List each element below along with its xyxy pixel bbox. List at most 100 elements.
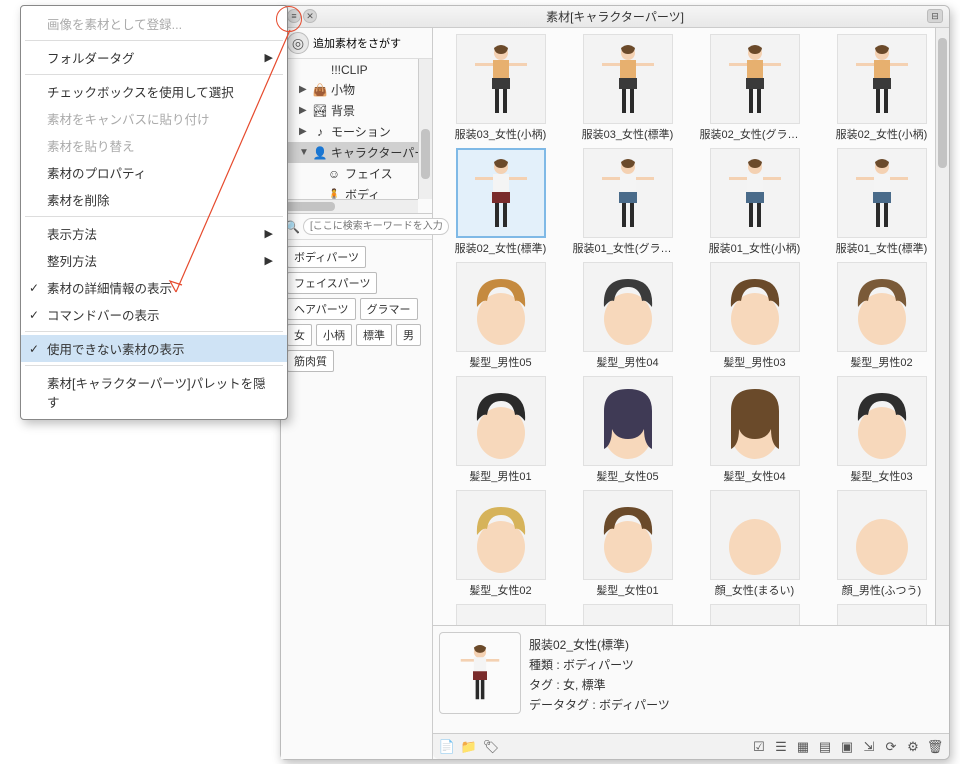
menu-item[interactable]: 表示方法▶ [21, 220, 287, 247]
menu-item[interactable]: ✓素材の詳細情報の表示 [21, 274, 287, 301]
check-icon: ✓ [29, 342, 39, 356]
add-material-label[interactable]: 追加素材をさがす [313, 35, 401, 51]
main-panel: 服装03_女性(小柄)服装03_女性(標準)服装02_女性(グラマー)服装02_… [433, 28, 949, 759]
checkbox-view-icon[interactable]: ☑ [751, 739, 767, 755]
thumb-caption: 髪型_男性05 [469, 354, 531, 370]
tag-chip[interactable]: ヘアパーツ [287, 298, 356, 320]
material-thumb[interactable]: 服装02_女性(標準) [439, 148, 562, 256]
menu-icon[interactable]: ≡ [287, 9, 301, 23]
properties-icon[interactable]: ⚙ [905, 739, 921, 755]
thumb-caption: 服装01_女性(標準) [836, 240, 928, 256]
menu-item[interactable]: 整列方法▶ [21, 247, 287, 274]
tag-chip[interactable]: 小柄 [316, 324, 352, 346]
paste-material-icon[interactable]: ⇲ [861, 739, 877, 755]
thumb-caption: 服装02_女性(標準) [455, 240, 547, 256]
material-thumb[interactable]: 髪型_女性02 [439, 490, 562, 598]
material-thumb[interactable] [439, 604, 562, 625]
tag-chip[interactable]: 男 [396, 324, 421, 346]
menu-item[interactable]: ✓使用できない素材の表示 [21, 335, 287, 362]
material-thumb[interactable]: 髪型_女性05 [566, 376, 689, 484]
menu-item[interactable]: チェックボックスを使用して選択 [21, 78, 287, 105]
menu-item[interactable]: 素材[キャラクターパーツ]パレットを隠す [21, 369, 287, 415]
menu-item[interactable]: ✓ コマンドバーの表示 [21, 301, 287, 328]
tag-chip[interactable]: 女 [287, 324, 312, 346]
material-thumb[interactable]: 服装02_女性(グラマー) [693, 34, 816, 142]
material-thumb[interactable]: 服装03_女性(標準) [566, 34, 689, 142]
thumb-caption: 髪型_男性01 [469, 468, 531, 484]
search-row: 🔍 [281, 214, 432, 240]
material-thumb[interactable]: 髪型_男性02 [820, 262, 943, 370]
replace-material-icon[interactable]: ⟳ [883, 739, 899, 755]
tree-hscrollbar[interactable] [281, 199, 418, 213]
material-grid-wrap: 服装03_女性(小柄)服装03_女性(標準)服装02_女性(グラマー)服装02_… [433, 28, 949, 625]
menu-item-label: コマンドバーの表示 [47, 305, 160, 324]
menu-item[interactable]: 素材を削除 [21, 186, 287, 213]
tree-item[interactable]: ▶♪モーション [281, 121, 432, 142]
tag-chip[interactable]: グラマー [360, 298, 418, 320]
menu-item-label: 素材[キャラクターパーツ]パレットを隠す [47, 373, 273, 411]
material-thumb[interactable]: 髪型_女性03 [820, 376, 943, 484]
material-thumb[interactable]: 髪型_男性03 [693, 262, 816, 370]
trash-icon[interactable]: 🗑 [927, 739, 943, 755]
new-folder-icon[interactable]: 📄 [439, 739, 455, 755]
thumb-caption: 髪型_男性03 [723, 354, 785, 370]
tree-item[interactable]: ☺フェイス [281, 163, 432, 184]
menu-divider [25, 365, 283, 366]
menu-item[interactable]: フォルダータグ▶ [21, 44, 287, 71]
tag-panel: ボディパーツフェイスパーツヘアパーツグラマー女小柄標準男筋肉質 [281, 240, 432, 378]
close-icon[interactable]: ✕ [303, 9, 317, 23]
tag-chip[interactable]: ボディパーツ [287, 246, 366, 268]
tag-chip[interactable]: 筋肉質 [287, 350, 334, 372]
tag-chip[interactable]: 標準 [356, 324, 392, 346]
grid-small-icon[interactable]: ▤ [817, 739, 833, 755]
folder-icon[interactable]: 📁 [461, 739, 477, 755]
material-thumb[interactable]: 髪型_男性04 [566, 262, 689, 370]
menu-divider [25, 40, 283, 41]
material-thumb[interactable]: 顔_女性(まるい) [693, 490, 816, 598]
tree-item[interactable]: ▶👜小物 [281, 79, 432, 100]
tag-icon[interactable]: 🏷 [483, 739, 499, 755]
swirl-icon[interactable]: ◎ [287, 32, 309, 54]
menu-item-label: 素材のプロパティ [47, 163, 146, 182]
bg-icon: 🏞 [313, 104, 327, 118]
material-thumb[interactable]: 服装01_女性(小柄) [693, 148, 816, 256]
material-thumb[interactable]: 顔_男性(ふつう) [820, 490, 943, 598]
thumb-caption: 服装01_女性(グラマー) [573, 240, 683, 256]
material-thumb[interactable]: 髪型_女性01 [566, 490, 689, 598]
tree-item-label: フェイス [345, 165, 393, 182]
list-view-icon[interactable]: ☰ [773, 739, 789, 755]
menu-item-label: 素材をキャンバスに貼り付け [47, 109, 210, 128]
material-thumb[interactable] [566, 604, 689, 625]
grid-medium-icon[interactable]: ▦ [795, 739, 811, 755]
tree-vscrollbar[interactable] [418, 59, 432, 199]
menu-item-label: 素材を削除 [47, 190, 110, 209]
tree-item[interactable]: ▼👤キャラクターパーツ [281, 142, 432, 163]
material-thumb[interactable]: 服装01_女性(標準) [820, 148, 943, 256]
thumb-caption: 顔_女性(まるい) [715, 582, 794, 598]
menu-item[interactable]: 素材のプロパティ [21, 159, 287, 186]
material-thumb[interactable]: 髪型_男性05 [439, 262, 562, 370]
menu-item: 画像を素材として登録... [21, 10, 287, 37]
material-thumb[interactable]: 服装02_女性(小柄) [820, 34, 943, 142]
material-thumb[interactable]: 服装03_女性(小柄) [439, 34, 562, 142]
bottom-toolbar: 📄 📁 🏷 ☑ ☰ ▦ ▤ ▣ ⇲ ⟳ ⚙ 🗑 [433, 733, 949, 759]
check-icon: ✓ [29, 308, 39, 322]
sidebar-top-toolbar: ◎ 追加素材をさがす [281, 28, 432, 59]
material-thumb[interactable]: 服装01_女性(グラマー) [566, 148, 689, 256]
material-thumb[interactable] [820, 604, 943, 625]
material-thumb[interactable]: 髪型_女性04 [693, 376, 816, 484]
tag-chip[interactable]: フェイスパーツ [287, 272, 377, 294]
single-view-icon[interactable]: ▣ [839, 739, 855, 755]
search-input[interactable] [303, 218, 449, 235]
tree-item-label: 背景 [331, 102, 355, 119]
menu-divider [25, 74, 283, 75]
tree-item[interactable]: ▶🏞背景 [281, 100, 432, 121]
grid-vscrollbar[interactable] [935, 28, 949, 625]
tree-item[interactable]: !!!CLIP [281, 61, 432, 79]
thumb-caption: 髪型_女性05 [596, 468, 658, 484]
material-thumb[interactable]: 髪型_男性01 [439, 376, 562, 484]
menu-item-label: 素材の詳細情報の表示 [47, 278, 172, 297]
collapse-icon[interactable]: ⊟ [927, 9, 943, 23]
detail-thumbnail [439, 632, 521, 714]
material-thumb[interactable] [693, 604, 816, 625]
